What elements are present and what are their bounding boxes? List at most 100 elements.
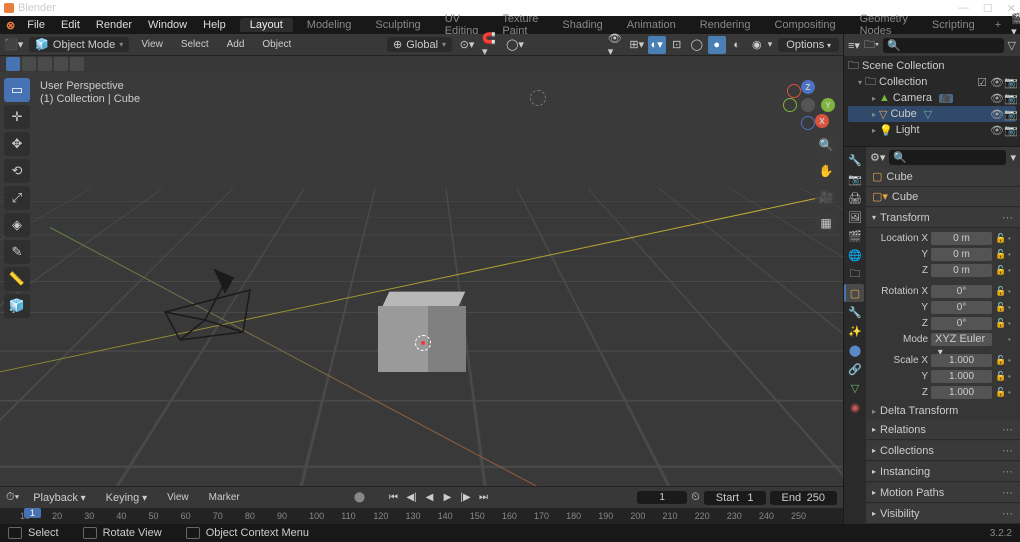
jump-start-button[interactable]: ⏮ — [386, 490, 402, 506]
mode-square-2[interactable] — [22, 57, 36, 71]
viewport-menu-add[interactable]: Add — [221, 39, 251, 50]
gizmo-y[interactable]: Y — [821, 98, 835, 112]
section-visibility[interactable]: ▸Visibility⋯ — [866, 504, 1020, 524]
shading-rendered-icon[interactable]: ◉ — [748, 36, 766, 54]
location-z-field[interactable]: 0 m — [931, 264, 992, 277]
scale-x-field[interactable]: 1.000 — [931, 354, 992, 367]
ptab-world[interactable]: 🌐 — [845, 246, 865, 264]
tab-sculpting[interactable]: Sculpting — [365, 18, 430, 32]
tab-compositing[interactable]: Compositing — [764, 18, 845, 32]
tool-select-box[interactable]: ▭ — [4, 78, 30, 102]
ptab-material[interactable]: ◉ — [845, 398, 865, 416]
auto-key-icon[interactable]: ⬤ — [352, 490, 368, 506]
gizmo-toggle-icon[interactable]: ⊞▾ — [628, 36, 646, 54]
menu-help[interactable]: Help — [197, 19, 232, 31]
timeline-menu-marker[interactable]: Marker — [203, 492, 246, 503]
timeline-menu-playback[interactable]: Playback ▾ — [27, 492, 91, 504]
gizmo-x[interactable]: X — [815, 114, 829, 128]
shading-matprev-icon[interactable]: ◐ — [728, 36, 746, 54]
tree-item-light[interactable]: ▸💡Light 👁📷 — [848, 122, 1016, 138]
tab-animation[interactable]: Animation — [617, 18, 686, 32]
tab-layout[interactable]: Layout — [240, 18, 293, 32]
gizmo-neg-z[interactable] — [801, 116, 815, 130]
properties-options-icon[interactable]: ▾ — [1010, 151, 1016, 164]
mode-square-4[interactable] — [54, 57, 68, 71]
outliner-filter-icon[interactable]: ▽ — [1008, 39, 1016, 52]
overlay-toggle-icon[interactable]: ◐▾ — [648, 36, 666, 54]
section-motion-paths[interactable]: ▸Motion Paths⋯ — [866, 483, 1020, 503]
orientation-selector[interactable]: ⊕ Global ▾ — [387, 37, 452, 52]
proportional-icon[interactable]: ◯▾ — [506, 36, 524, 54]
location-x-field[interactable]: 0 m — [931, 232, 992, 245]
section-transform[interactable]: ▾Transform⋯ — [866, 208, 1020, 228]
rotation-mode-field[interactable]: XYZ Euler ▾ — [931, 333, 992, 346]
cube-object[interactable] — [378, 284, 466, 372]
outliner-display-icon[interactable]: 🗀▾ — [864, 36, 879, 55]
header-options-button[interactable]: Options ▾ — [778, 38, 839, 52]
ptab-collection[interactable]: 🗀 — [845, 265, 865, 283]
scale-z-field[interactable]: 1.000 — [931, 386, 992, 399]
maximize-button[interactable]: ☐ — [983, 2, 993, 15]
tool-scale[interactable]: ⤢ — [4, 186, 30, 210]
tab-shading[interactable]: Shading — [552, 18, 612, 32]
navigation-gizmo[interactable]: Z Y X — [783, 80, 833, 130]
ptab-particles[interactable]: ✨ — [845, 322, 865, 340]
ptab-output[interactable]: 🖨 — [845, 189, 865, 207]
tree-item-camera[interactable]: ▸▲Camera🎥 👁📷 — [848, 90, 1016, 106]
gizmo-neg-x[interactable] — [787, 84, 801, 98]
pivot-icon[interactable]: ⊙▾ — [458, 36, 476, 54]
gizmo-z[interactable]: Z — [801, 80, 815, 94]
location-y-field[interactable]: 0 m — [931, 248, 992, 261]
menu-file[interactable]: File — [21, 19, 51, 31]
mode-square-3[interactable] — [38, 57, 52, 71]
mode-square-5[interactable] — [70, 57, 84, 71]
section-collections[interactable]: ▸Collections⋯ — [866, 441, 1020, 461]
pan-icon[interactable]: ✋ — [815, 160, 837, 182]
playhead[interactable]: 1 — [24, 508, 41, 518]
tool-rotate[interactable]: ⟲ — [4, 159, 30, 183]
play-reverse-button[interactable]: ◀ — [422, 490, 438, 506]
shading-solid-icon[interactable]: ● — [708, 36, 726, 54]
tool-transform[interactable]: ◈ — [4, 213, 30, 237]
tab-modeling[interactable]: Modeling — [297, 18, 362, 32]
current-frame-field[interactable]: 1 — [637, 491, 687, 504]
properties-search-input[interactable]: 🔍 — [889, 150, 1006, 165]
tab-rendering[interactable]: Rendering — [690, 18, 761, 32]
editor-type-icon[interactable]: ⬛▾ — [4, 38, 23, 51]
tool-cursor[interactable]: ✛ — [4, 105, 30, 129]
xray-icon[interactable]: ⊡ — [668, 36, 686, 54]
minimize-button[interactable]: — — [958, 2, 969, 15]
ptab-physics[interactable]: ⬤ — [845, 341, 865, 359]
timeline-menu-view[interactable]: View — [161, 492, 195, 503]
section-relations[interactable]: ▸Relations⋯ — [866, 420, 1020, 440]
end-frame-field[interactable]: End 250 — [770, 491, 838, 505]
menu-edit[interactable]: Edit — [55, 19, 86, 31]
tree-collection[interactable]: ▾🗀Collection ☑👁📷 — [848, 74, 1016, 90]
mode-selector[interactable]: 🧊 Object Mode ▾ — [29, 37, 129, 52]
ptab-modifiers[interactable]: 🔧 — [845, 303, 865, 321]
play-button[interactable]: ▶ — [440, 490, 456, 506]
viewport-menu-object[interactable]: Object — [256, 39, 297, 50]
perspective-toggle-icon[interactable]: ▦ — [815, 212, 837, 234]
ptab-tool[interactable]: 🔧 — [845, 151, 865, 169]
ptab-object[interactable]: ▢ — [844, 284, 864, 302]
camera-view-icon[interactable]: 🎥 — [815, 186, 837, 208]
tab-scripting[interactable]: Scripting — [922, 18, 985, 32]
next-keyframe-button[interactable]: |▶ — [458, 490, 474, 506]
rotation-x-field[interactable]: 0° — [931, 285, 992, 298]
frame-range-icon[interactable]: ⏲ — [691, 491, 700, 504]
ptab-constraints[interactable]: 🔗 — [845, 360, 865, 378]
timeline-editor-icon[interactable]: ⏱▾ — [6, 491, 19, 504]
ptab-data[interactable]: ▽ — [845, 379, 865, 397]
scale-y-field[interactable]: 1.000 — [931, 370, 992, 383]
timeline-menu-keying[interactable]: Keying ▾ — [100, 492, 153, 504]
viewport-menu-view[interactable]: View — [135, 39, 169, 50]
gizmo-neg-y[interactable] — [783, 98, 797, 112]
camera-object[interactable] — [155, 262, 255, 342]
section-instancing[interactable]: ▸Instancing⋯ — [866, 462, 1020, 482]
visibility-icon[interactable]: 👁▾ — [608, 36, 626, 54]
shading-options-icon[interactable]: ▾ — [768, 39, 773, 50]
outliner-type-icon[interactable]: ≡▾ — [848, 39, 860, 52]
tree-item-cube[interactable]: ▸▽Cube▽ 👁📷 — [848, 106, 1016, 122]
blender-logo-icon[interactable]: ⊗ — [6, 19, 15, 32]
